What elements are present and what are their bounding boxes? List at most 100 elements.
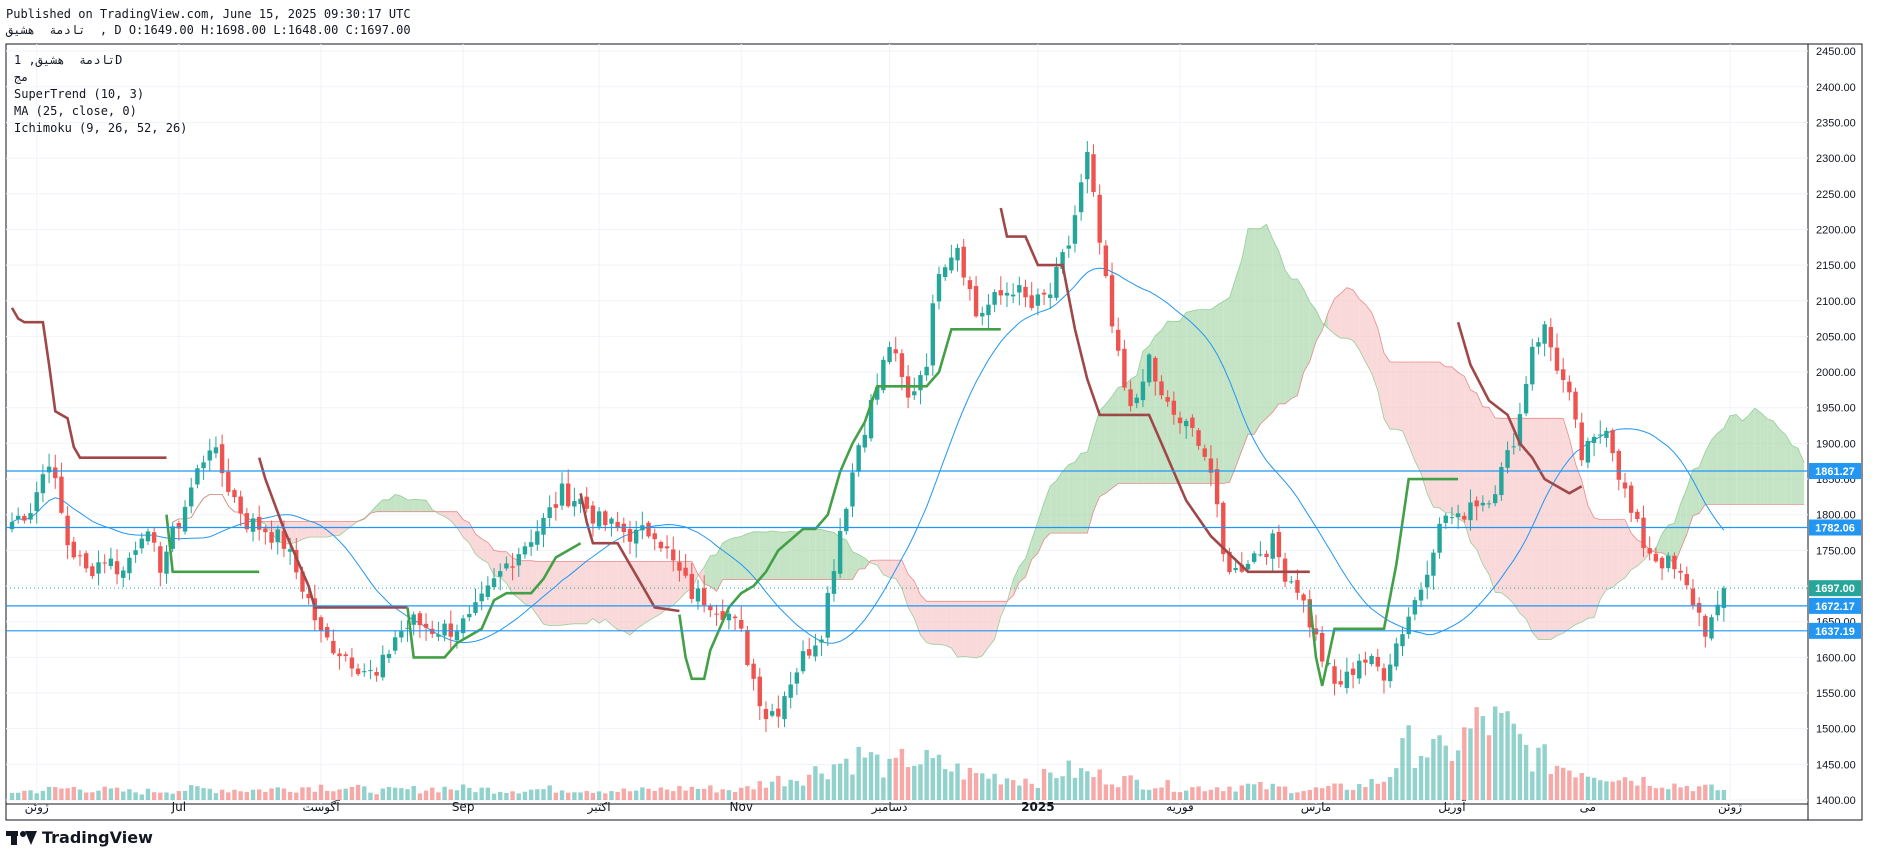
candle-body: [1666, 555, 1671, 569]
y-tick-label: 2200.00: [1816, 224, 1856, 236]
volume-bar: [1406, 725, 1411, 800]
volume-bar: [572, 792, 577, 800]
cloud-segment: [1618, 519, 1625, 582]
cloud-segment: [1266, 224, 1273, 419]
volume-bar: [1554, 765, 1560, 800]
volume-bar: [460, 784, 466, 800]
volume-bar: [201, 788, 206, 800]
candle-body: [590, 505, 596, 524]
candle-body: [807, 649, 812, 656]
volume-bar: [652, 790, 657, 800]
volume-bar: [887, 758, 892, 800]
candle-body: [213, 447, 219, 454]
volume-bar: [182, 790, 188, 800]
cloud-segment: [932, 601, 939, 645]
volume-bar: [1437, 735, 1442, 800]
price-chart[interactable]: 1400.001450.001500.001550.001600.001650.…: [0, 0, 1878, 858]
volume-bar: [1146, 789, 1152, 800]
volume-bar: [1387, 777, 1393, 800]
volume-bar: [763, 787, 769, 800]
volume-bar: [90, 792, 95, 800]
volume-bar: [1560, 767, 1566, 800]
brand-name: TradingView: [42, 828, 153, 847]
volume-bar: [1350, 790, 1356, 800]
volume-bar: [1233, 791, 1238, 800]
candle-body: [349, 657, 355, 669]
candle-body: [77, 555, 83, 557]
candle-body: [1289, 581, 1294, 583]
volume-bar: [504, 793, 509, 800]
candle-body: [671, 549, 676, 561]
candle-body: [355, 668, 361, 675]
tradingview-footer[interactable]: TradingView: [6, 828, 153, 847]
cloud-segment: [1099, 404, 1106, 497]
candle-body: [207, 450, 212, 461]
candle-body: [936, 274, 942, 302]
cloud-segment: [1161, 321, 1168, 484]
volume-bar: [615, 792, 620, 800]
candle-body: [930, 303, 936, 366]
candle-body: [448, 623, 453, 637]
y-tick-label: 2050.00: [1816, 331, 1856, 343]
volume-bar: [386, 787, 392, 800]
cloud-segment: [908, 574, 915, 619]
volume-bar: [448, 789, 453, 800]
price-tag-label: 1637.19: [1815, 626, 1855, 638]
volume-bar: [436, 792, 441, 800]
legend-ma[interactable]: MA (25, close, 0): [14, 103, 187, 120]
volume-bar: [1048, 772, 1053, 800]
cloud-segment: [1074, 453, 1082, 534]
candle-body: [1159, 381, 1164, 396]
candle-body: [1554, 347, 1560, 371]
cloud-segment: [1248, 228, 1255, 435]
volume-bar: [269, 788, 274, 800]
volume-bar: [1431, 738, 1436, 800]
price-tag-label: 1672.17: [1815, 601, 1855, 613]
candle-body: [498, 571, 503, 577]
cloud-segment: [1093, 410, 1100, 512]
volume-bar: [1468, 728, 1473, 800]
volume-bar: [1493, 706, 1498, 800]
candle-body: [967, 280, 973, 290]
candle-body: [510, 566, 515, 568]
volume-bar: [53, 787, 58, 800]
volume-bar: [15, 792, 21, 800]
volume-bar: [1696, 786, 1702, 800]
candle-body: [399, 631, 404, 638]
cloud-segment: [722, 539, 729, 580]
y-tick-label: 1950.00: [1816, 403, 1856, 415]
x-tick-label: اکتبر: [587, 800, 611, 815]
candle-body: [837, 531, 843, 574]
candle-body: [1579, 422, 1584, 461]
cloud-segment: [1328, 298, 1335, 335]
volume-bar: [720, 789, 725, 800]
cloud-segment: [549, 561, 556, 626]
volume-bar: [158, 792, 163, 800]
candle-body: [677, 562, 682, 571]
cloud-segment: [1458, 372, 1465, 523]
volume-bar: [1425, 757, 1430, 800]
candle-body: [887, 347, 892, 363]
y-tick-label: 2250.00: [1816, 189, 1856, 201]
y-tick-label: 1550.00: [1816, 688, 1856, 700]
candle-body: [1659, 557, 1665, 569]
volume-bar: [868, 752, 874, 800]
legend-supertrend[interactable]: SuperTrend (10, 3): [14, 86, 187, 103]
volume-bar: [924, 749, 929, 800]
candle-body: [1696, 603, 1702, 613]
cloud-segment: [1414, 362, 1422, 474]
candle-body: [1462, 515, 1467, 520]
volume-bar: [1245, 783, 1251, 800]
volume-bar: [992, 773, 997, 800]
legend-ichimoku[interactable]: Ichimoku (9, 26, 52, 26): [14, 120, 187, 137]
volume-bar: [609, 791, 614, 800]
volume-bar: [980, 773, 985, 800]
candle-body: [1709, 617, 1714, 639]
volume-bar: [1357, 784, 1362, 800]
volume-bar: [510, 791, 515, 800]
cloud-segment: [419, 499, 427, 512]
cloud-segment: [939, 601, 946, 646]
cloud-segment: [333, 521, 340, 536]
cloud-segment: [809, 528, 816, 580]
candle-body: [1375, 656, 1380, 667]
